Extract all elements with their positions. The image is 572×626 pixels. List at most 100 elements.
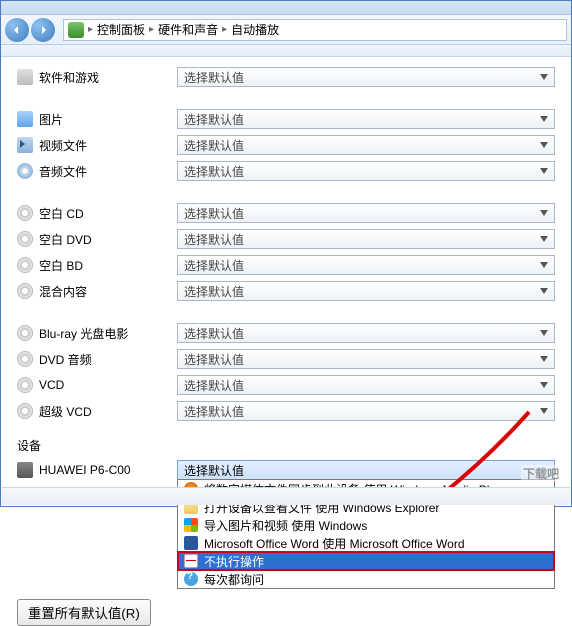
disc-icon (17, 231, 33, 247)
status-bar (2, 487, 570, 505)
dropdown-value: 选择默认值 (184, 231, 244, 248)
option-label: Microsoft Office Word 使用 Microsoft Offic… (204, 535, 465, 552)
dropdown-value: 选择默认值 (184, 283, 244, 300)
setting-row: 视频文件 选择默认值 (17, 133, 555, 157)
setting-row: DVD 音频 选择默认值 (17, 347, 555, 371)
dropdown-option[interactable]: 导入图片和视频 使用 Windows (178, 516, 554, 534)
row-label: Blu-ray 光盘电影 (39, 325, 128, 342)
setting-row: 空白 BD 选择默认值 (17, 253, 555, 277)
dropdown-value: 选择默认值 (184, 69, 244, 86)
default-action-dropdown[interactable]: 选择默认值 (177, 255, 555, 275)
chevron-down-icon (536, 205, 552, 221)
chevron-right-icon: ▸ (88, 24, 93, 35)
dropdown-value: 选择默认值 (184, 205, 244, 222)
breadcrumb-item[interactable]: 硬件和声音 (158, 21, 218, 38)
default-action-dropdown[interactable]: 选择默认值 (177, 109, 555, 129)
picture-icon (17, 111, 33, 127)
row-label: 图片 (39, 111, 63, 128)
arrow-left-icon (12, 25, 22, 35)
option-label: 不执行操作 (204, 553, 264, 570)
dropdown-value: 选择默认值 (184, 111, 244, 128)
row-label: 空白 CD (39, 205, 84, 222)
device-action-dropdown[interactable]: 选择默认值 (177, 460, 555, 480)
watermark: 下载吧 (521, 465, 561, 482)
nav-back-button[interactable] (5, 18, 29, 42)
row-label: 超级 VCD (39, 403, 92, 420)
breadcrumb-item[interactable]: 控制面板 (97, 21, 145, 38)
chevron-down-icon (536, 283, 552, 299)
default-action-dropdown[interactable]: 选择默认值 (177, 281, 555, 301)
disc-icon (17, 283, 33, 299)
chevron-down-icon (536, 137, 552, 153)
dropdown-value: 选择默认值 (184, 137, 244, 154)
chevron-down-icon (536, 69, 552, 85)
setting-row: 空白 DVD 选择默认值 (17, 227, 555, 251)
dropdown-value: 选择默认值 (184, 257, 244, 274)
device-row: HUAWEI P6-C00 选择默认值 将数字媒体文件同步到此设备 使用 Win… (17, 460, 555, 589)
device-section-heading: 设备 (17, 437, 555, 454)
breadcrumb-item[interactable]: 自动播放 (231, 21, 279, 38)
dropdown-value: 选择默认值 (184, 351, 244, 368)
default-action-dropdown[interactable]: 选择默认值 (177, 375, 555, 395)
chevron-down-icon (536, 257, 552, 273)
default-action-dropdown[interactable]: 选择默认值 (177, 323, 555, 343)
device-name-label: HUAWEI P6-C00 (39, 463, 131, 477)
chevron-right-icon: ▸ (222, 24, 227, 35)
default-action-dropdown[interactable]: 选择默认值 (177, 349, 555, 369)
navigation-bar: ▸ 控制面板 ▸ 硬件和声音 ▸ 自动播放 (1, 15, 571, 45)
setting-row: 软件和游戏 选择默认值 (17, 65, 555, 89)
disc-icon (17, 205, 33, 221)
dropdown-option[interactable]: Microsoft Office Word 使用 Microsoft Offic… (178, 534, 554, 552)
autoplay-settings: 软件和游戏 选择默认值 图片 选择默认值 视频文件 选择默认值 音频文件 选择默… (1, 57, 571, 488)
setting-row: VCD 选择默认值 (17, 373, 555, 397)
chevron-down-icon (536, 403, 552, 419)
disc-icon (17, 325, 33, 341)
row-label: 音频文件 (39, 163, 87, 180)
ask-icon (184, 572, 198, 586)
default-action-dropdown[interactable]: 选择默认值 (177, 229, 555, 249)
setting-row: Blu-ray 光盘电影 选择默认值 (17, 321, 555, 345)
audio-icon (17, 163, 33, 179)
row-label: 空白 DVD (39, 231, 92, 248)
chevron-down-icon (536, 351, 552, 367)
default-action-dropdown[interactable]: 选择默认值 (177, 67, 555, 87)
dropdown-value: 选择默认值 (184, 377, 244, 394)
default-action-dropdown[interactable]: 选择默认值 (177, 203, 555, 223)
nav-forward-button[interactable] (31, 18, 55, 42)
control-panel-icon (68, 22, 84, 38)
dropdown-value: 选择默认值 (184, 462, 244, 479)
default-action-dropdown[interactable]: 选择默认值 (177, 161, 555, 181)
row-label: 软件和游戏 (39, 69, 99, 86)
setting-row: 空白 CD 选择默认值 (17, 201, 555, 225)
chevron-down-icon (536, 325, 552, 341)
default-action-dropdown[interactable]: 选择默认值 (177, 401, 555, 421)
disc-icon (17, 257, 33, 273)
disc-icon (17, 377, 33, 393)
setting-row: 音频文件 选择默认值 (17, 159, 555, 183)
setting-row: 混合内容 选择默认值 (17, 279, 555, 303)
disc-icon (17, 403, 33, 419)
row-label: 空白 BD (39, 257, 83, 274)
chevron-down-icon (536, 377, 552, 393)
chevron-right-icon: ▸ (149, 24, 154, 35)
setting-row: 超级 VCD 选择默认值 (17, 399, 555, 423)
window-titlebar (1, 1, 571, 15)
row-label: 混合内容 (39, 283, 87, 300)
chevron-down-icon (536, 231, 552, 247)
video-icon (17, 137, 33, 153)
toolbar-strip (1, 45, 571, 57)
dropdown-option-selected[interactable]: 不执行操作 (178, 552, 554, 570)
breadcrumb[interactable]: ▸ 控制面板 ▸ 硬件和声音 ▸ 自动播放 (63, 19, 567, 41)
option-label: 每次都询问 (204, 571, 264, 588)
row-label: 视频文件 (39, 137, 87, 154)
chevron-down-icon (536, 163, 552, 179)
dropdown-value: 选择默认值 (184, 163, 244, 180)
dropdown-value: 选择默认值 (184, 403, 244, 420)
default-action-dropdown[interactable]: 选择默认值 (177, 135, 555, 155)
word-icon (184, 536, 198, 550)
row-label: VCD (39, 378, 64, 392)
no-action-icon (184, 554, 198, 568)
windows-icon (184, 518, 198, 532)
dropdown-option[interactable]: 每次都询问 (178, 570, 554, 588)
reset-defaults-button[interactable]: 重置所有默认值(R) (17, 599, 151, 626)
